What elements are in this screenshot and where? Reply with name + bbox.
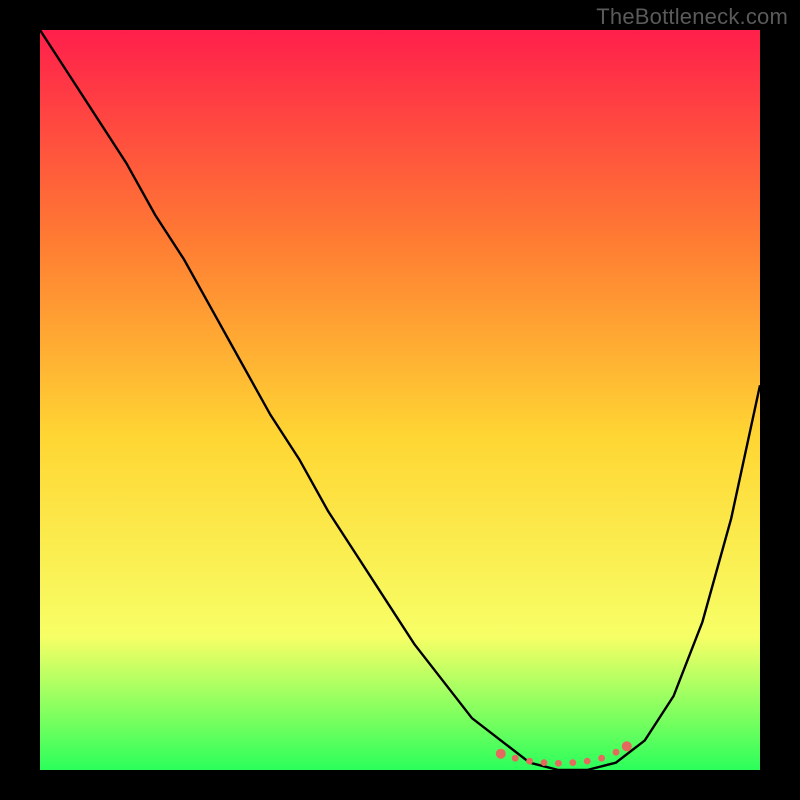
optimal-dot (526, 758, 533, 765)
optimal-dot (496, 749, 506, 759)
chart-frame: TheBottleneck.com (0, 0, 800, 800)
gradient-background (40, 30, 760, 770)
optimal-dot (584, 758, 591, 765)
optimal-dot (512, 755, 519, 762)
optimal-dot (598, 755, 605, 762)
watermark-text: TheBottleneck.com (596, 4, 788, 30)
plot-area (40, 30, 760, 770)
optimal-dot (613, 749, 620, 756)
optimal-dot (569, 759, 576, 766)
optimal-dot (622, 741, 632, 751)
optimal-dot (541, 759, 548, 766)
optimal-dot (555, 760, 562, 767)
chart-svg (40, 30, 760, 770)
